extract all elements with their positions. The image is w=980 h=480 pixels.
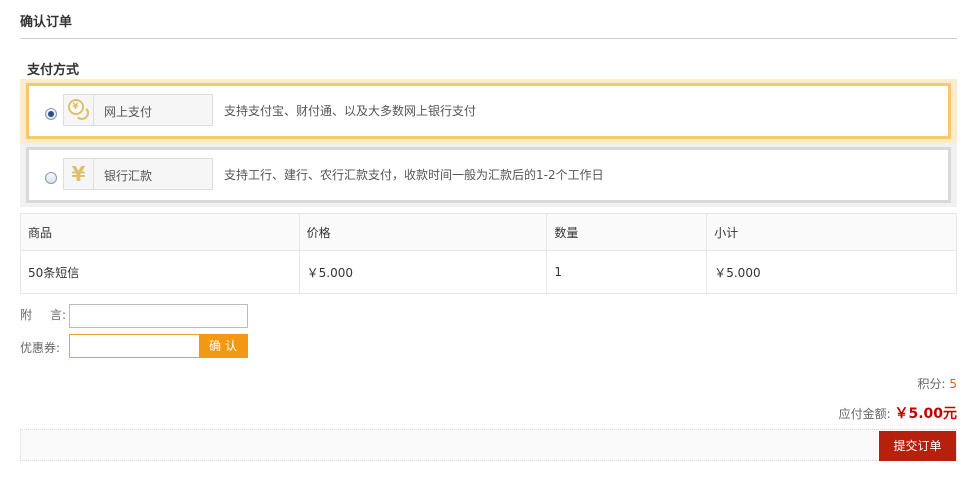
table-row: 50条短信 ￥5.000 1 ￥5.000 [20,250,957,294]
memo-label: 附 言: [20,306,66,323]
total-label: 应付金额: [838,407,891,421]
column-header-price: 价格 [298,213,548,251]
yen-icon: ¥ [64,159,94,189]
payment-option-bank[interactable]: ¥ 银行汇款 支持工行、建行、农行汇款支付，收款时间一般为汇款后的1-2个工作日 [20,143,957,207]
payment-online-radio[interactable] [45,108,57,120]
points-value: 5 [949,377,957,391]
memo-input[interactable] [69,304,248,328]
coupon-input[interactable] [69,334,200,358]
submit-bar: 提交订单 [20,429,957,461]
coupon-confirm-button[interactable]: 确认 [199,334,248,358]
total-amount: ￥5.00元 [894,406,957,422]
column-header-subtotal: 小计 [706,213,957,251]
payment-option-online[interactable]: ¥ 网上支付 支持支付宝、财付通、以及大多数网上银行支付 [20,79,957,143]
table-header-row: 商品 价格 数量 小计 [20,213,957,251]
page-title: 确认订单 [20,15,73,30]
payment-bank-method-box[interactable]: ¥ 银行汇款 [63,158,213,190]
coin-icon: ¥ [64,95,94,125]
payment-bank-description: 支持工行、建行、农行汇款支付，收款时间一般为汇款后的1-2个工作日 [224,168,604,182]
payment-online-method-box[interactable]: ¥ 网上支付 [63,94,213,126]
payment-option-bank-panel[interactable]: ¥ 银行汇款 支持工行、建行、农行汇款支付，收款时间一般为汇款后的1-2个工作日 [26,147,951,203]
cell-subtotal: ￥5.000 [706,250,957,294]
payment-section-title: 支付方式 [27,63,80,78]
cell-quantity: 1 [546,250,708,294]
cell-product: 50条短信 [20,250,300,294]
submit-order-button[interactable]: 提交订单 [879,431,956,461]
payment-online-label: 网上支付 [104,105,153,119]
payment-bank-radio[interactable] [45,172,57,184]
memo-label-part-2: 言: [50,308,67,322]
memo-label-part-1: 附 [20,308,33,322]
points-summary: 积分: 5 [917,375,957,392]
payment-online-description: 支持支付宝、财付通、以及大多数网上银行支付 [224,104,477,118]
order-table: 商品 价格 数量 小计 50条短信 ￥5.000 1 ￥5.000 [20,213,957,294]
payment-bank-label: 银行汇款 [104,169,153,183]
coupon-label: 优惠券: [20,341,61,355]
column-header-quantity: 数量 [546,213,708,251]
points-label: 积分: [917,377,946,391]
title-divider [20,38,957,39]
column-header-product: 商品 [20,213,300,251]
payment-option-online-panel[interactable]: ¥ 网上支付 支持支付宝、财付通、以及大多数网上银行支付 [26,83,951,139]
cell-price: ￥5.000 [298,250,548,294]
total-summary: 应付金额: ￥5.00元 [839,403,957,423]
